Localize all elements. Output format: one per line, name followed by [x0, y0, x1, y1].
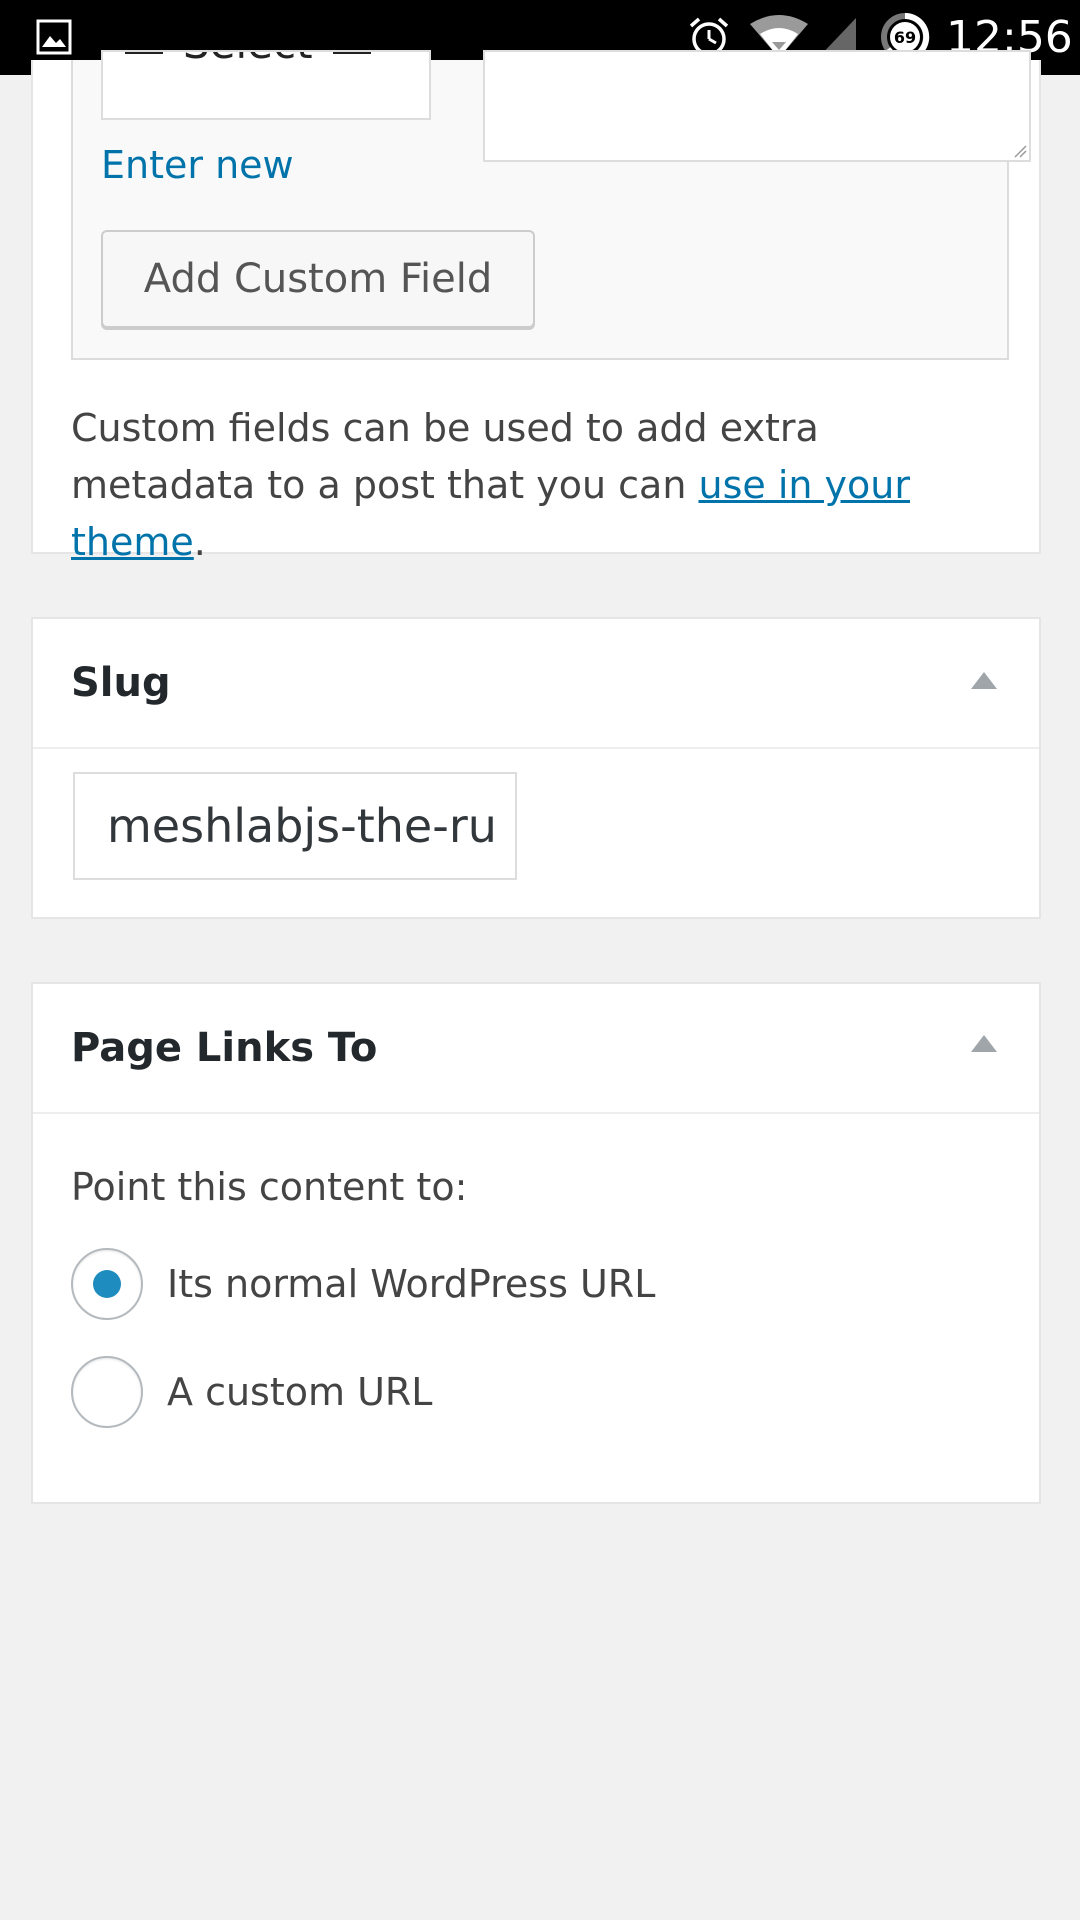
select-border-mark	[333, 52, 371, 54]
radio-button-normal-url[interactable]	[71, 1248, 143, 1320]
slug-panel-header[interactable]: Slug	[33, 619, 1039, 749]
slug-title: Slug	[71, 660, 171, 706]
enter-new-link[interactable]: Enter new	[101, 140, 294, 190]
custom-fields-note: Custom fields can be used to add extra m…	[71, 400, 1011, 571]
gallery-icon	[36, 19, 72, 55]
add-custom-field-box: Select Enter new Add Custom Field	[71, 50, 1031, 360]
select-border-mark	[125, 52, 163, 54]
radio-label-custom-url: A custom URL	[167, 1370, 433, 1414]
slug-panel: Slug meshlabjs-the-ru	[31, 617, 1041, 919]
add-custom-field-button[interactable]: Add Custom Field	[101, 230, 535, 328]
page-links-panel-header[interactable]: Page Links To	[33, 984, 1039, 1114]
note-suffix: .	[193, 520, 206, 564]
page-links-panel: Page Links To Point this content to: Its…	[31, 982, 1041, 1504]
collapse-arrow-icon[interactable]	[969, 1032, 999, 1056]
radio-button-custom-url[interactable]	[71, 1356, 143, 1428]
radio-label-normal-url: Its normal WordPress URL	[167, 1262, 656, 1306]
slug-value: meshlabjs-the-ru	[107, 799, 497, 853]
radio-selected-dot	[93, 1270, 121, 1298]
point-content-label: Point this content to:	[71, 1165, 468, 1209]
battery-level: 69	[894, 28, 916, 47]
slug-input[interactable]: meshlabjs-the-ru	[73, 772, 517, 880]
select-value: Select	[183, 52, 313, 74]
page-links-title: Page Links To	[71, 1025, 378, 1071]
custom-fields-panel: Select Enter new Add Custom Field Custom…	[31, 50, 1041, 564]
custom-field-key-select[interactable]: Select	[101, 50, 431, 120]
custom-field-value-textarea[interactable]	[483, 50, 1031, 162]
collapse-arrow-icon[interactable]	[969, 669, 999, 693]
resize-grip-icon[interactable]	[1013, 144, 1027, 158]
radio-option-normal-url[interactable]: Its normal WordPress URL	[71, 1248, 971, 1324]
radio-option-custom-url[interactable]: A custom URL	[71, 1356, 971, 1432]
